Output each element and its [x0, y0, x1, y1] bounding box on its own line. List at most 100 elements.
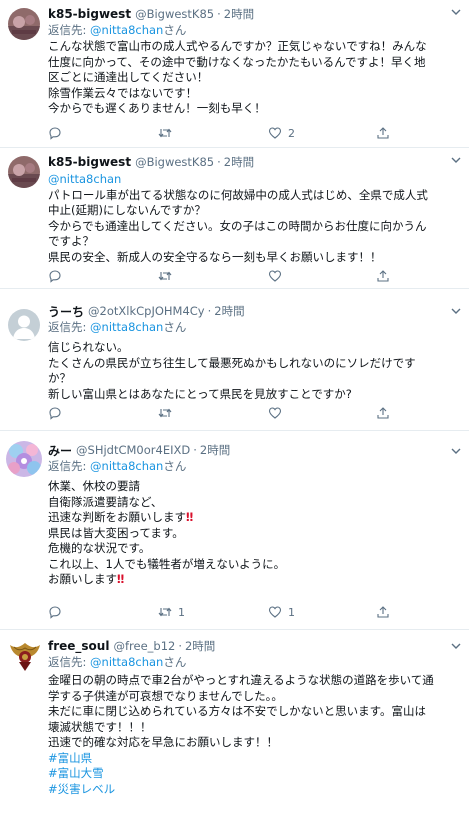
- timestamp[interactable]: 2時間: [224, 6, 254, 22]
- timestamp[interactable]: 2時間: [214, 303, 244, 319]
- user-handle[interactable]: @SHjdtCM0or4EIXD: [76, 443, 190, 457]
- user-handle[interactable]: @free_b12: [113, 639, 175, 653]
- separator-dot: ·: [178, 639, 182, 653]
- tweet-text: 休業、休校の要請 自衛隊派遣要請など、 迅速な判断をお願いします‼ 県民は皆大変…: [48, 479, 459, 588]
- like-count: 1: [288, 605, 295, 619]
- like-button[interactable]: [268, 404, 282, 422]
- like-count: 2: [288, 126, 295, 140]
- avatar[interactable]: [6, 637, 44, 673]
- retweet-button[interactable]: [158, 404, 172, 422]
- avatar[interactable]: [8, 156, 40, 188]
- reply-context: 返信先: @nitta8chanさん: [48, 654, 459, 670]
- reply-button[interactable]: [48, 124, 62, 142]
- avatar[interactable]: [6, 441, 42, 477]
- reply-button[interactable]: [48, 267, 62, 285]
- display-name[interactable]: free_soul: [48, 639, 109, 653]
- timestamp[interactable]: 2時間: [200, 442, 230, 458]
- tweet-text-line: 休業、休校の要請: [48, 479, 140, 493]
- separator-dot: ·: [217, 7, 221, 21]
- share-button[interactable]: [376, 267, 390, 285]
- reply-context: 返信先: @nitta8chanさん: [48, 319, 459, 335]
- tweet-text-line: お願いします‼: [48, 572, 459, 588]
- tweet[interactable]: うーち @2otXlkCpJOHM4Cy · 2時間 返信先: @nitta8c…: [0, 289, 469, 431]
- tweet-text-line: 中止(延期)にしないんですか？: [48, 203, 206, 217]
- tweet-text-segment: お願いします: [48, 572, 117, 586]
- timestamp[interactable]: 2時間: [224, 154, 254, 170]
- reply-suffix: さん: [163, 23, 187, 37]
- tweet-text-line: パトロール車が出てる状態なのに何故婦中の成人式はじめ、全県で成人式: [48, 187, 428, 202]
- tweet-text-line: か？: [48, 371, 71, 385]
- tweet[interactable]: みー @SHjdtCM0or4EIXD · 2時間 返信先: @nitta8ch…: [0, 431, 469, 630]
- tweet-text-segment: 迅速な判断をお願いします: [48, 510, 186, 524]
- like-button[interactable]: 1: [268, 603, 295, 621]
- timestamp[interactable]: 2時間: [185, 638, 215, 654]
- tweet-text: 金曜日の朝の時点で車2台がやっとすれ違えるような状態の道路を歩いて通 学する子供…: [48, 673, 459, 797]
- tweet-text-line: 迅速な判断をお願いします‼: [48, 510, 459, 526]
- tweet-text-line: 金曜日の朝の時点で車2台がやっとすれ違えるような状態の道路を歩いて通: [48, 673, 434, 687]
- chevron-down-icon[interactable]: [449, 154, 463, 166]
- tweet-text: 信じられない。 たくさんの県民が立ち往生して最悪死ぬかもしれないのにソレだけです…: [48, 340, 459, 402]
- mention-link[interactable]: @nitta8chan: [48, 172, 459, 188]
- tweet-text-line: 迅速で的確な対応を早急にお願いします！！: [48, 735, 278, 749]
- reply-context: 返信先: @nitta8chanさん: [48, 22, 459, 38]
- share-icon: [377, 127, 389, 139]
- avatar[interactable]: [8, 309, 40, 341]
- retweet-button[interactable]: [158, 267, 172, 285]
- like-button[interactable]: [268, 267, 282, 285]
- display-name[interactable]: うーち: [48, 303, 84, 319]
- retweet-button[interactable]: [158, 124, 172, 142]
- tweet-text-line: 学する子供達が可哀想でなりませんでした。。: [48, 688, 283, 703]
- tweet-text-line: たくさんの県民が立ち往生して最悪死ぬかもしれないのにソレだけです: [48, 355, 416, 370]
- chevron-down-icon[interactable]: [449, 640, 463, 652]
- retweet-icon: [158, 408, 172, 418]
- user-handle[interactable]: @BigwestK85: [135, 155, 214, 169]
- like-button[interactable]: 2: [268, 124, 295, 142]
- retweet-icon: [158, 607, 172, 617]
- heart-icon: [268, 127, 282, 139]
- separator-dot: ·: [207, 304, 212, 318]
- share-button[interactable]: [376, 603, 390, 621]
- reply-mention-link[interactable]: @nitta8chan: [90, 459, 163, 473]
- reply-prefix: 返信先:: [48, 23, 91, 37]
- tweet[interactable]: k85-bigwest @BigwestK85 · 2時間 @nitta8cha…: [0, 148, 469, 289]
- heart-icon: [268, 407, 282, 419]
- hashtag-link[interactable]: #災害レベル: [48, 782, 459, 798]
- tweet-text-line: 壊滅状態です！！！: [48, 719, 152, 734]
- avatar[interactable]: [8, 8, 40, 40]
- chevron-down-icon[interactable]: [449, 445, 463, 457]
- hashtag-link[interactable]: #富山大雪: [48, 766, 459, 782]
- double-exclamation-emoji: ‼: [117, 572, 125, 586]
- tweet-text-line: 未だに車に閉じ込められている方々は不安でしかないと思います。富山は: [48, 704, 427, 718]
- user-handle[interactable]: @BigwestK85: [135, 7, 214, 21]
- tweet[interactable]: k85-bigwest @BigwestK85 · 2時間 返信先: @nitt…: [0, 0, 469, 148]
- display-name[interactable]: k85-bigwest: [48, 155, 131, 169]
- reply-mention-link[interactable]: @nitta8chan: [90, 23, 163, 37]
- reply-icon: [49, 270, 61, 283]
- user-handle[interactable]: @2otXlkCpJOHM4Cy: [88, 304, 205, 318]
- retweet-button[interactable]: 1: [158, 603, 185, 621]
- share-button[interactable]: [376, 404, 390, 422]
- reply-icon: [49, 127, 61, 140]
- tweet-text-line: 危機的な状況です。: [48, 541, 151, 555]
- reply-suffix: さん: [163, 320, 187, 334]
- reply-icon: [49, 606, 61, 619]
- share-button[interactable]: [376, 124, 390, 142]
- display-name[interactable]: みー: [48, 442, 72, 458]
- tweet-text-line: 今からでも遅くありません！一刻も早く！: [48, 101, 266, 115]
- share-icon: [377, 270, 389, 282]
- chevron-down-icon[interactable]: [449, 6, 463, 18]
- tweet-text-line: これ以上、1人でも犠牲者が増えないように。: [48, 556, 286, 571]
- reply-button[interactable]: [48, 603, 62, 621]
- reply-mention-link[interactable]: @nitta8chan: [90, 655, 163, 669]
- reply-button[interactable]: [48, 404, 62, 422]
- tweet[interactable]: free_soul @free_b12 · 2時間 返信先: @nitta8ch…: [0, 630, 469, 832]
- tweet-text-line: こんな状態で富山市の成人式やるんですか？正気じゃないですね！みんな: [48, 39, 427, 53]
- tweet-text-line: 自衛隊派遣要請など、: [48, 494, 163, 509]
- hashtag-link[interactable]: #富山県: [48, 751, 459, 767]
- tweet-text-line: 信じられない。: [48, 340, 129, 354]
- display-name[interactable]: k85-bigwest: [48, 7, 131, 21]
- tweet-text-line: ですよ？: [48, 234, 94, 248]
- separator-dot: ·: [217, 155, 221, 169]
- chevron-down-icon[interactable]: [449, 305, 463, 317]
- reply-mention-link[interactable]: @nitta8chan: [90, 320, 163, 334]
